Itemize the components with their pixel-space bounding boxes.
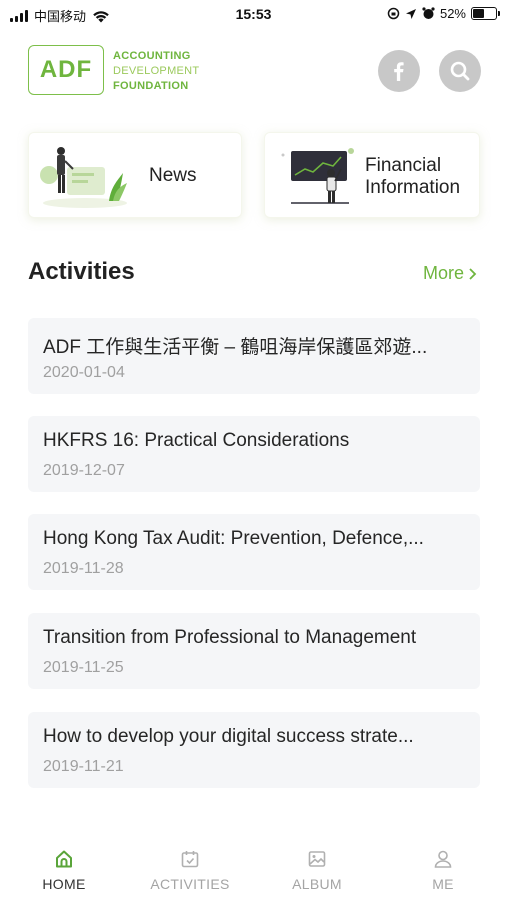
activity-item[interactable]: HKFRS 16: Practical Considerations 2019-… [28, 416, 480, 492]
status-right: 52% [387, 6, 500, 21]
facebook-icon [394, 62, 404, 81]
tab-home[interactable]: HOME [9, 848, 119, 892]
user-icon [434, 850, 452, 868]
facebook-button[interactable] [378, 50, 420, 92]
activity-title: How to develop your digital success stra… [43, 726, 414, 747]
tab-activities[interactable]: ACTIVITIES [135, 848, 245, 892]
activity-item[interactable]: Hong Kong Tax Audit: Prevention, Defence… [28, 514, 480, 590]
activity-item[interactable]: How to develop your digital success stra… [28, 712, 480, 788]
financial-label-line-1: Financial [365, 155, 442, 176]
header: ADF ACCOUNTING DEVELOPMENT FOUNDATION [0, 30, 507, 115]
logo-abbr: ADF [39, 56, 93, 83]
financial-illustration [281, 148, 354, 204]
calendar-icon [181, 851, 199, 868]
logo-badge[interactable]: ADF [28, 45, 104, 95]
status-bar: 中国移动 15:53 52% [0, 0, 507, 30]
location-icon [405, 8, 416, 19]
tab-label: ACTIVITIES [150, 876, 230, 892]
activity-item[interactable]: ADF 工作與生活平衡 – 鶴咀海岸保護區郊遊... 2020-01-04 [28, 318, 480, 394]
activities-more-link[interactable]: More [423, 263, 477, 284]
home-icon [56, 850, 72, 868]
activity-date: 2019-11-25 [43, 659, 124, 676]
activity-date: 2020-01-04 [43, 364, 125, 381]
bottom-tab-bar: HOME ACTIVITIES ALBUM ME [0, 838, 507, 900]
activity-date: 2019-11-28 [43, 560, 124, 577]
tab-me[interactable]: ME [388, 848, 498, 892]
battery-percent: 52% [439, 6, 466, 21]
activity-title: HKFRS 16: Practical Considerations [43, 430, 350, 451]
news-card[interactable]: News [28, 132, 242, 218]
chevron-right-icon [469, 267, 477, 280]
tab-album[interactable]: ALBUM [262, 848, 372, 892]
logo-line: ACCOUNTING [113, 50, 191, 62]
activity-date: 2019-11-21 [43, 758, 124, 775]
search-icon [450, 61, 470, 81]
activity-date: 2019-12-07 [43, 462, 125, 479]
search-button[interactable] [439, 50, 481, 92]
activity-title: Hong Kong Tax Audit: Prevention, Defence… [43, 528, 424, 549]
logo-line: FOUNDATION [113, 80, 189, 92]
logo-text: ACCOUNTING DEVELOPMENT FOUNDATION [113, 49, 199, 94]
rotation-lock-icon [387, 7, 400, 20]
news-illustration [40, 147, 127, 208]
alarm-icon [422, 7, 435, 19]
more-label: More [423, 263, 465, 283]
tab-label: ME [432, 876, 454, 892]
financial-label-line-2: Information [365, 177, 461, 198]
logo-line: DEVELOPMENT [113, 65, 200, 77]
tab-label: ALBUM [292, 876, 342, 892]
financial-information-card[interactable]: Financial Information [264, 132, 480, 218]
tab-label: HOME [42, 876, 86, 892]
news-label: News [149, 165, 197, 186]
activity-title: Transition from Professional to Manageme… [43, 627, 417, 648]
activities-section-title: Activities [28, 258, 135, 285]
activity-title: ADF 工作與生活平衡 – 鶴咀海岸保護區郊遊... [43, 337, 428, 358]
image-icon [308, 851, 326, 867]
financial-label: Financial Information [365, 155, 460, 199]
battery-icon [471, 7, 500, 20]
activity-item[interactable]: Transition from Professional to Manageme… [28, 613, 480, 689]
